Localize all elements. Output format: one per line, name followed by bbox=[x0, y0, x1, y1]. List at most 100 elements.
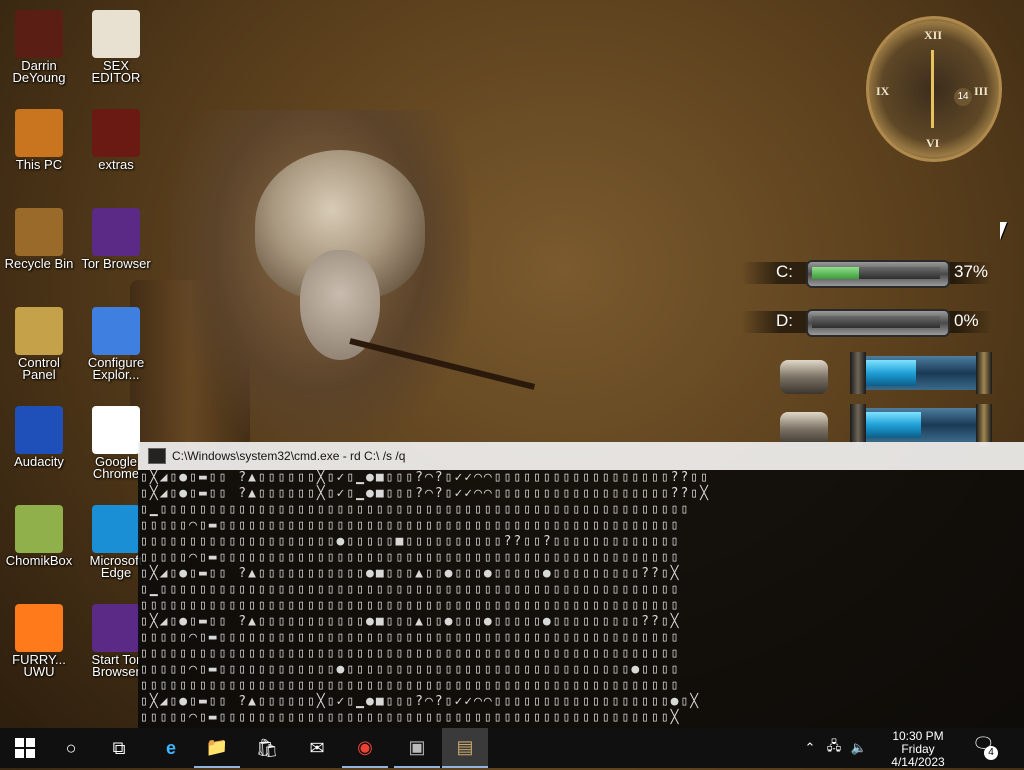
control-panel-icon bbox=[15, 307, 63, 355]
desktop-icon-label: Audacity bbox=[14, 454, 64, 469]
desktop-icon[interactable]: Audacity bbox=[1, 406, 77, 468]
gauge-cap-left bbox=[850, 352, 866, 394]
drive-meter-c: C: 37% bbox=[742, 258, 1002, 288]
mail-icon: ✉ bbox=[309, 737, 325, 758]
mouse-cursor-icon bbox=[1000, 222, 1007, 240]
taskbar: ○ ⧉ e 📁 🛍 ✉ ◉ ▣ ▤ ⌃ 🖧 🔈 10:30 PM Friday … bbox=[0, 728, 1024, 770]
settings-taskbar-button[interactable]: ▣ bbox=[394, 728, 440, 768]
desktop-icon-label: extras bbox=[98, 157, 134, 172]
gauge-pipe bbox=[780, 412, 828, 446]
audacity-icon bbox=[15, 406, 63, 454]
clock-date: 14 bbox=[954, 88, 972, 106]
clock-numeral-12: XII bbox=[924, 28, 943, 42]
network-tray-icon[interactable]: 🖧 bbox=[822, 728, 846, 768]
gauge-pipe bbox=[780, 360, 828, 394]
desktop-icon[interactable]: Configure Explor... bbox=[78, 307, 154, 381]
drive-percent: 0% bbox=[954, 311, 979, 330]
cmd-taskbar-button[interactable]: ▤ bbox=[442, 728, 488, 768]
windows-logo-icon bbox=[15, 738, 35, 758]
desktop-icon-label: Darrin DeYoung bbox=[12, 58, 66, 85]
folder-icon: 📁 bbox=[205, 736, 229, 757]
console-line: ▯╳◢▯●▯▬▯▯ ?▲▯▯▯▯▯▯╳▯✓▯▁●■▯▯▯?◠?▯✓✓◠◠▯▯▯▯… bbox=[140, 470, 710, 485]
console-line: ▯╳◢▯●▯▬▯▯ ?▲▯▯▯▯▯▯╳▯✓▯▁●■▯▯▯?◠?▯✓✓◠◠▯▯▯▯… bbox=[140, 694, 701, 709]
shield-folder-icon bbox=[92, 307, 140, 355]
desktop-icon[interactable]: This PC bbox=[1, 109, 77, 171]
volume-tray-icon[interactable]: 🔈 bbox=[848, 728, 870, 768]
console-line: ▯▯▯▯▯▯▯▯▯▯▯▯▯▯▯▯▯▯▯▯▯▯▯▯▯▯▯▯▯▯▯▯▯▯▯▯▯▯▯▯… bbox=[140, 678, 681, 693]
desktop-icon[interactable]: ChomikBox bbox=[1, 505, 77, 567]
desktop-icon-label: Tor Browser bbox=[81, 256, 151, 271]
clock-hour-hand bbox=[931, 50, 934, 88]
recycle-bin-icon bbox=[15, 208, 63, 256]
desktop-icon[interactable]: Darrin DeYoung bbox=[1, 10, 77, 84]
edge-taskbar-button[interactable]: e bbox=[148, 728, 194, 768]
desktop-icon[interactable]: extras bbox=[78, 109, 154, 171]
search-button[interactable]: ○ bbox=[48, 728, 94, 768]
drive-letter: C: bbox=[776, 262, 793, 281]
task-view-button[interactable]: ⧉ bbox=[96, 728, 142, 768]
desktop-icon[interactable]: Control Panel bbox=[1, 307, 77, 381]
desktop-icon[interactable]: SEX EDITOR bbox=[78, 10, 154, 84]
meter-tube bbox=[806, 309, 950, 337]
cmd-titlebar[interactable]: C:\Windows\system32\cmd.exe - rd C:\ /s … bbox=[138, 442, 1024, 470]
network-icon: 🖧 bbox=[826, 738, 842, 753]
console-line: ▯╳◢▯●▯▬▯▯ ?▲▯▯▯▯▯▯▯▯▯▯▯●■▯▯▯▲▯▯●▯▯▯●▯▯▯▯… bbox=[140, 614, 681, 629]
console-line: ▯▯▯▯▯▯▯▯▯▯▯▯▯▯▯▯▯▯▯▯▯▯▯▯▯▯▯▯▯▯▯▯▯▯▯▯▯▯▯▯… bbox=[140, 598, 681, 613]
chrome-taskbar-button[interactable]: ◉ bbox=[342, 728, 388, 768]
gauge-cap-right bbox=[976, 352, 992, 394]
cmd-window[interactable]: C:\Windows\system32\cmd.exe - rd C:\ /s … bbox=[138, 442, 1024, 728]
taskbar-clock[interactable]: 10:30 PM Friday 4/14/2023 bbox=[872, 728, 964, 770]
desktop-icon-label: ChomikBox bbox=[5, 553, 73, 568]
console-line: ▯▯▯▯▯◠▯▬▯▯▯▯▯▯▯▯▯▯▯▯●▯▯▯▯▯▯▯▯▯▯▯▯▯▯▯▯▯▯▯… bbox=[140, 662, 681, 677]
desktop-icon-label: SEX EDITOR bbox=[91, 58, 141, 85]
mail-taskbar-button[interactable]: ✉ bbox=[294, 728, 340, 768]
task-view-icon: ⧉ bbox=[112, 737, 126, 758]
file-explorer-taskbar-button[interactable]: 📁 bbox=[194, 728, 240, 768]
clock-minute-hand bbox=[931, 86, 934, 128]
console-line: ▯▯▯▯▯◠▯▬▯▯▯▯▯▯▯▯▯▯▯▯▯▯▯▯▯▯▯▯▯▯▯▯▯▯▯▯▯▯▯▯… bbox=[140, 630, 681, 645]
store-icon: 🛍 bbox=[255, 737, 279, 758]
action-center-button[interactable]: 🗨 4 bbox=[972, 734, 1000, 762]
show-hidden-icons-button[interactable]: ⌃ bbox=[800, 728, 820, 768]
chomikbox-icon bbox=[15, 505, 63, 553]
store-taskbar-button[interactable]: 🛍 bbox=[244, 728, 290, 768]
drive-percent: 37% bbox=[954, 262, 989, 281]
cpu-gauge bbox=[780, 352, 995, 396]
cmd-icon: ▤ bbox=[456, 736, 474, 757]
desktop-icon-label: Recycle Bin bbox=[4, 256, 74, 271]
notification-count-badge: 4 bbox=[984, 746, 998, 760]
gauge-liquid bbox=[866, 360, 916, 386]
console-line: ▯▯▯▯▯◠▯▬▯▯▯▯▯▯▯▯▯▯▯▯▯▯▯▯▯▯▯▯▯▯▯▯▯▯▯▯▯▯▯▯… bbox=[140, 550, 681, 565]
cmd-title: C:\Windows\system32\cmd.exe - rd C:\ /s … bbox=[172, 449, 406, 463]
cmd-icon bbox=[148, 448, 166, 464]
gauge-liquid bbox=[866, 412, 921, 438]
desktop-icon[interactable]: FURRY... UWU bbox=[1, 604, 77, 678]
gauge-cap-right bbox=[976, 404, 992, 446]
console-line: ▯▁▯▯▯▯▯▯▯▯▯▯▯▯▯▯▯▯▯▯▯▯▯▯▯▯▯▯▯▯▯▯▯▯▯▯▯▯▯▯… bbox=[140, 582, 681, 597]
start-button[interactable] bbox=[2, 728, 48, 768]
desktop-icon[interactable]: Tor Browser bbox=[78, 208, 154, 270]
drive-meter-d: D: 0% bbox=[742, 307, 1002, 337]
firefox-icon bbox=[15, 604, 63, 652]
clock-numeral-9: IX bbox=[876, 84, 890, 98]
clock-numeral-6: VI bbox=[926, 136, 940, 150]
console-line: ▯▯▯▯▯◠▯▬▯▯▯▯▯▯▯▯▯▯▯▯▯▯▯▯▯▯▯▯▯▯▯▯▯▯▯▯▯▯▯▯… bbox=[140, 710, 681, 725]
speaker-muted-icon: 🔈 bbox=[850, 740, 868, 755]
desktop-icon-label: This PC bbox=[15, 157, 63, 172]
console-line: ▯▯▯▯▯▯▯▯▯▯▯▯▯▯▯▯▯▯▯▯▯▯▯▯▯▯▯▯▯▯▯▯▯▯▯▯▯▯▯▯… bbox=[140, 646, 681, 661]
search-icon: ○ bbox=[65, 737, 77, 758]
chrome-icon: ◉ bbox=[357, 736, 373, 757]
hxd-hex-editor-icon bbox=[92, 10, 140, 58]
desktop-icon[interactable]: Recycle Bin bbox=[1, 208, 77, 270]
computer-icon bbox=[15, 109, 63, 157]
desktop-icon-label: Configure Explor... bbox=[87, 355, 145, 382]
meter-fill bbox=[812, 267, 859, 279]
cmd-console-output[interactable]: ▯╳◢▯●▯▬▯▯ ?▲▯▯▯▯▯▯╳▯✓▯▁●■▯▯▯?◠?▯✓✓◠◠▯▯▯▯… bbox=[138, 470, 1024, 728]
gauge-cap-left bbox=[850, 404, 866, 446]
desktop-icon-label: Control Panel bbox=[18, 355, 60, 382]
folder-skull-icon bbox=[15, 10, 63, 58]
meter-tube bbox=[806, 260, 950, 288]
desktop-icon-label: FURRY... UWU bbox=[12, 652, 66, 679]
edge-icon bbox=[92, 505, 140, 553]
drive-letter: D: bbox=[776, 311, 793, 330]
